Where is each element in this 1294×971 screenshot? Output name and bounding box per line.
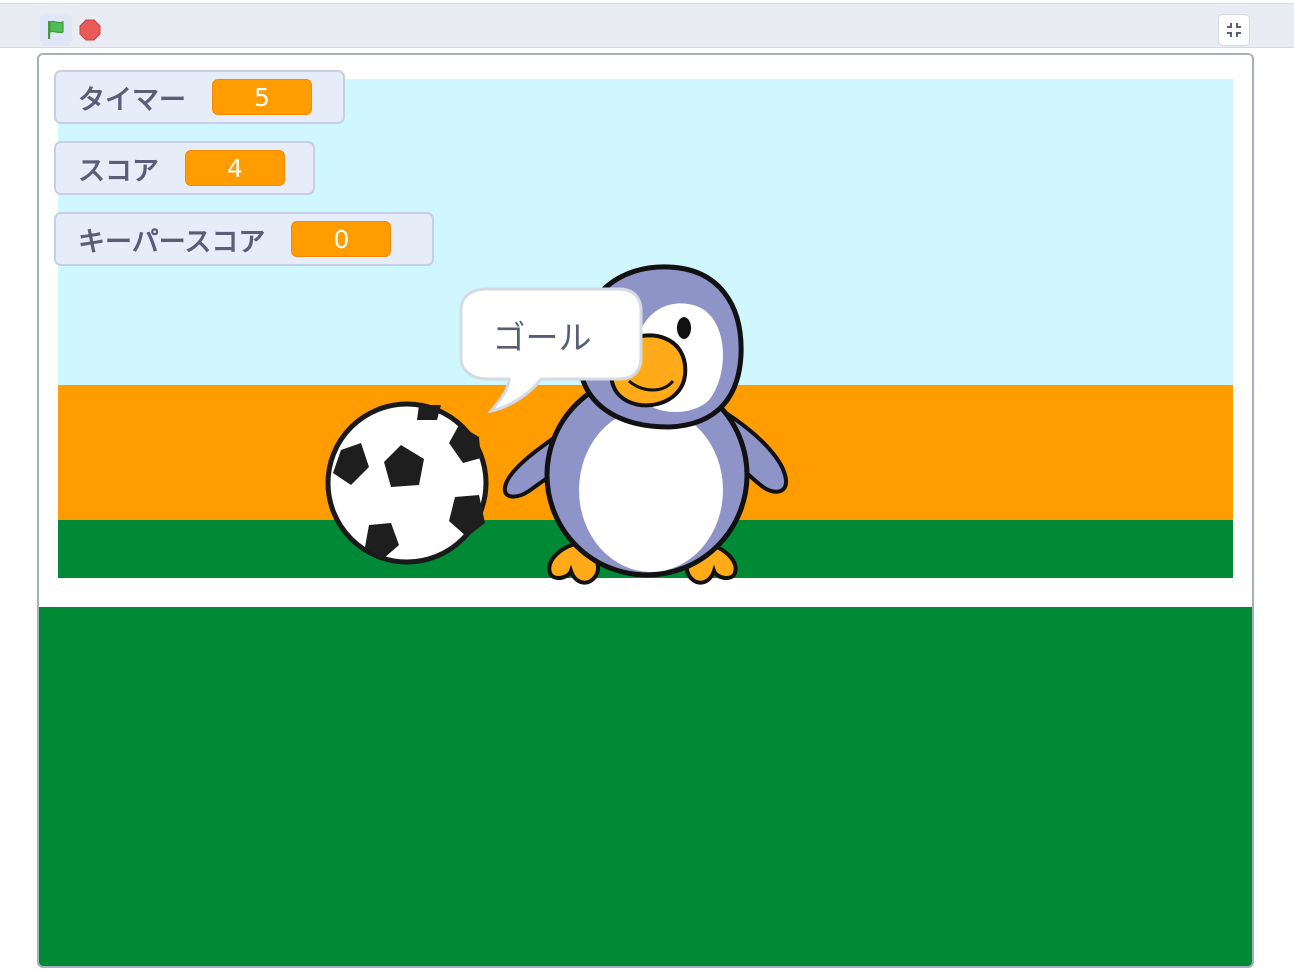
- variable-monitor-timer[interactable]: タイマー 5: [54, 70, 345, 124]
- monitor-value: 4: [185, 150, 285, 186]
- monitor-value: 0: [291, 221, 392, 257]
- soccer-ball-sprite: [325, 401, 489, 565]
- stop-icon: [79, 19, 101, 41]
- stop-button[interactable]: [78, 18, 102, 42]
- green-flag-icon: [48, 20, 64, 39]
- stage[interactable]: ゴール タイマー 5 スコア 4 キーパースコア 0: [37, 53, 1254, 968]
- speech-bubble-text: ゴール: [492, 318, 592, 357]
- shrink-stage-icon: [1227, 23, 1241, 37]
- variable-monitor-score[interactable]: スコア 4: [54, 141, 315, 195]
- green-flag-button[interactable]: [40, 14, 72, 46]
- monitor-label: キーパースコア: [78, 226, 266, 258]
- monitor-label: タイマー: [78, 84, 186, 116]
- backdrop-field: [39, 607, 1252, 966]
- variable-monitor-keeper-score[interactable]: キーパースコア 0: [54, 212, 434, 266]
- monitor-label: スコア: [78, 155, 159, 187]
- exit-fullscreen-button[interactable]: [1218, 14, 1250, 46]
- stage-header: [0, 3, 1294, 48]
- monitor-value: 5: [212, 79, 312, 115]
